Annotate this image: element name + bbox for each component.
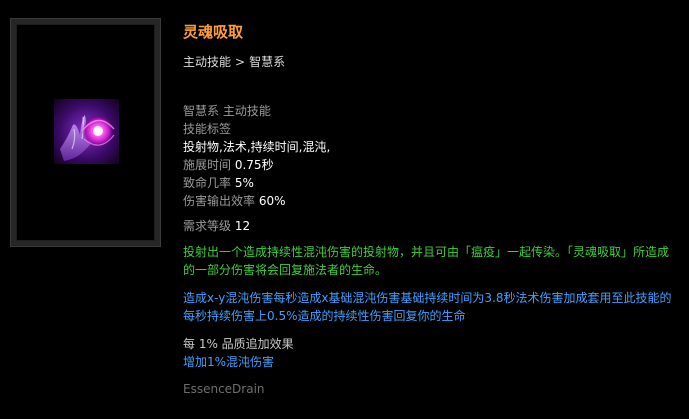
skill-tags: 投射物,法术,持续时间,混沌, <box>183 140 331 154</box>
skill-internal-name: EssenceDrain <box>183 382 265 396</box>
crit-chance-label: 致命几率 <box>183 176 232 190</box>
damage-effectiveness-row: 伤害输出效率 60% <box>183 192 330 210</box>
quality-bonus: 增加1%混沌伤害 <box>183 355 275 369</box>
skill-tags-label: 技能标签 <box>183 122 232 136</box>
skill-type-line: 智慧系 主动技能 <box>183 104 271 118</box>
crit-chance-value: 5% <box>234 176 254 190</box>
breadcrumb-child[interactable]: 智慧系 <box>249 55 285 69</box>
damage-effectiveness-label: 伤害输出效率 <box>183 194 256 208</box>
skill-mods: 造成x-y混沌伤害每秒造成x基础混沌伤害基础持续时间为3.8秒法术伤害加成套用至… <box>183 291 672 323</box>
required-level-row: 需求等级 12 <box>183 217 330 235</box>
soul-drain-hand-icon[interactable] <box>54 99 119 164</box>
cast-time-row: 施展时间 0.75秒 <box>183 156 330 174</box>
skill-description: 投射出一个造成持续性混沌伤害的投射物，并且可由「瘟疫」一起传染。「灵魂吸取」所造… <box>183 245 670 277</box>
skill-title: 灵魂吸取 <box>183 23 244 41</box>
required-level-value: 12 <box>234 219 251 233</box>
cast-time-label: 施展时间 <box>183 158 232 172</box>
skill-tooltip-panel: 灵魂吸取 主动技能 > 智慧系 智慧系 主动技能 技能标签 投射物,法术,持续时间,… <box>0 0 689 419</box>
breadcrumb: 主动技能 > 智慧系 <box>183 53 285 70</box>
cast-time-value: 0.75秒 <box>234 158 274 172</box>
quality-header: 每 1% 品质追加效果 <box>183 337 294 351</box>
skill-card-frame <box>10 18 161 247</box>
skill-stats: 智慧系 主动技能 技能标签 投射物,法术,持续时间,混沌, 施展时间 0.75秒… <box>183 102 330 235</box>
breadcrumb-parent[interactable]: 主动技能 <box>183 55 231 69</box>
required-level-label: 需求等级 <box>183 219 232 233</box>
breadcrumb-separator: > <box>235 55 246 69</box>
crit-chance-row: 致命几率 5% <box>183 174 330 192</box>
damage-effectiveness-value: 60% <box>258 194 286 208</box>
